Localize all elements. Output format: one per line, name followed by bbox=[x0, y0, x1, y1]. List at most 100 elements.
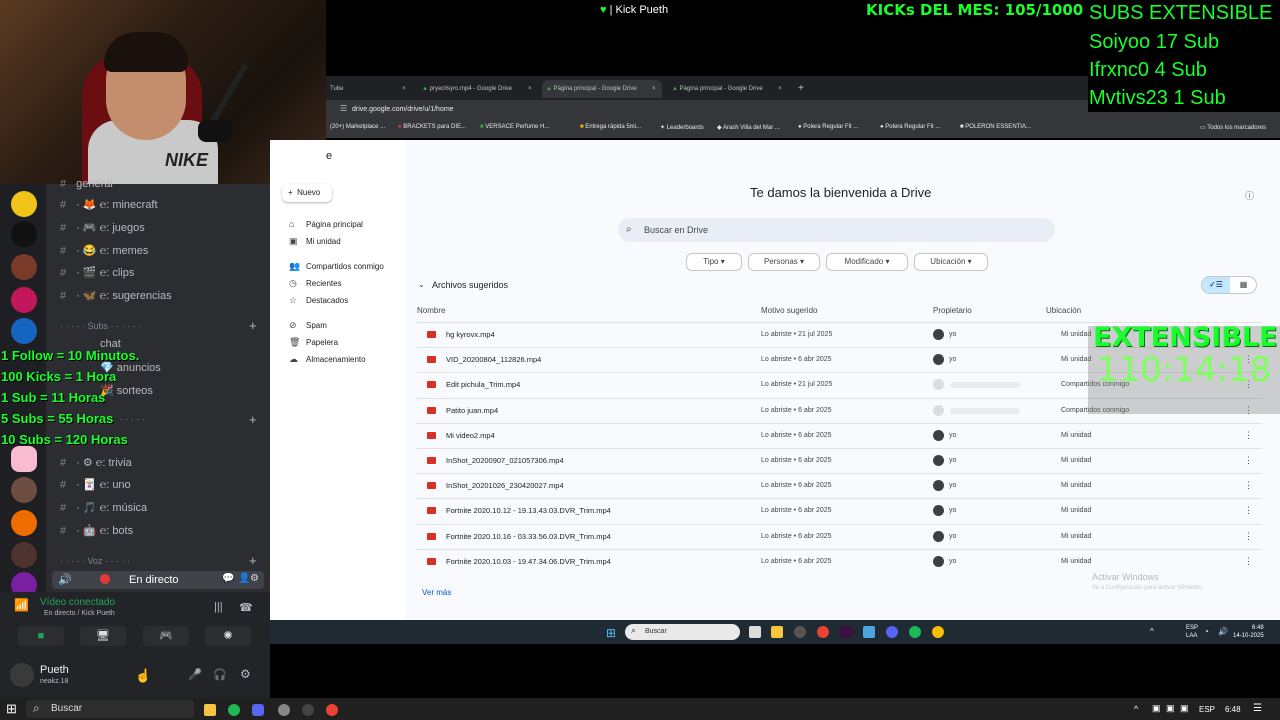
site-info-icon[interactable]: ☰ bbox=[340, 104, 347, 113]
close-icon[interactable]: × bbox=[778, 80, 782, 98]
server-icon[interactable] bbox=[11, 318, 37, 344]
bookmark[interactable]: ■ VERSACE Perfume H... bbox=[480, 124, 549, 130]
nav-shared[interactable]: Compartidos conmigo bbox=[306, 262, 384, 271]
avatar[interactable] bbox=[10, 663, 34, 687]
windows-start-icon[interactable]: ⊞ bbox=[606, 626, 616, 640]
soundboard-button[interactable]: ✺ bbox=[205, 626, 251, 646]
bookmark[interactable]: (20+) Marketplace ... bbox=[330, 124, 385, 130]
nav-trash[interactable]: Papelera bbox=[306, 338, 338, 347]
channel-trivia[interactable]: # · ⚙ ℮: trivia bbox=[60, 456, 132, 469]
language-indicator[interactable]: ESP LAA bbox=[1186, 624, 1198, 640]
bookmark[interactable]: ● Polera Regular Fit ... bbox=[798, 124, 858, 130]
chevron-down-icon[interactable]: ⌄ bbox=[418, 280, 425, 289]
task-view-icon[interactable] bbox=[749, 626, 761, 638]
tray-icon[interactable]: ▣ bbox=[1166, 703, 1175, 714]
outer-clock[interactable]: 6:48 bbox=[1225, 705, 1241, 714]
file-name[interactable]: Patito juan.mp4 bbox=[446, 406, 498, 415]
more-options-icon[interactable]: ⋮ bbox=[1244, 556, 1253, 567]
file-name[interactable]: Fortnite 2020.10.12 - 19.13.43.03.DVR_Tr… bbox=[446, 506, 611, 515]
settings-app-icon[interactable] bbox=[794, 626, 806, 638]
close-icon[interactable]: × bbox=[402, 80, 406, 98]
channel-clips[interactable]: # · 🎬 ℮: clips bbox=[60, 266, 134, 279]
nav-recent[interactable]: Recientes bbox=[306, 279, 342, 288]
suggested-files-header[interactable]: Archivos sugeridos bbox=[432, 280, 508, 290]
camera-button[interactable]: ■ bbox=[18, 626, 64, 646]
user-settings-icon[interactable]: ⚙ bbox=[240, 667, 251, 681]
inner-search-box[interactable]: Buscar bbox=[625, 624, 740, 640]
filter-modified-chip[interactable]: Modificado ▾ bbox=[826, 253, 908, 271]
server-icon[interactable] bbox=[11, 287, 37, 313]
headphones-icon[interactable]: 🎧 bbox=[213, 668, 227, 681]
disconnect-icon[interactable]: ☎ bbox=[239, 601, 253, 614]
filter-type-chip[interactable]: Tipo ▾ bbox=[686, 253, 742, 271]
server-icon[interactable] bbox=[11, 254, 37, 280]
new-button[interactable]: + Nuevo bbox=[282, 184, 332, 202]
filter-location-chip[interactable]: Ubicación ▾ bbox=[914, 253, 988, 271]
more-options-icon[interactable]: ⋮ bbox=[1244, 480, 1253, 491]
server-icon[interactable] bbox=[11, 221, 37, 247]
server-icon[interactable] bbox=[11, 446, 37, 472]
nav-my-drive[interactable]: Mi unidad bbox=[306, 237, 341, 246]
view-toggle[interactable]: ✓☰ ▦ bbox=[1201, 276, 1257, 294]
chrome-icon[interactable] bbox=[932, 626, 944, 638]
channel-bots[interactable]: # · 🤖 ℮: bots bbox=[60, 524, 133, 537]
voice-channel-en-directo[interactable]: 🔊 En directo 💬 👤 ⚙ bbox=[52, 571, 264, 589]
col-name[interactable]: Nombre bbox=[417, 306, 445, 315]
grid-view-icon[interactable]: ▦ bbox=[1230, 277, 1257, 293]
tray-icon[interactable]: ▣ bbox=[1180, 703, 1189, 714]
gear-icon[interactable]: ⚙ bbox=[250, 573, 259, 584]
spotify-icon[interactable] bbox=[228, 704, 240, 716]
channel-uno[interactable]: # · 🃏 ℮: uno bbox=[60, 478, 131, 491]
language-indicator[interactable]: ESP bbox=[1199, 705, 1215, 714]
app-icon[interactable] bbox=[840, 626, 852, 638]
file-name[interactable]: VID_20200804_112826.mp4 bbox=[446, 355, 541, 364]
search-input[interactable]: Buscar en Drive bbox=[644, 225, 708, 235]
volume-icon[interactable]: 🔊 bbox=[1218, 627, 1228, 636]
bookmark[interactable]: ■ POLERON ESSENTIA... bbox=[960, 124, 1031, 130]
activities-button[interactable]: 🎮 bbox=[143, 626, 189, 646]
bookmark[interactable]: ◆ Arash Villa del Mar ... bbox=[717, 124, 780, 131]
nav-storage[interactable]: Almacenamiento bbox=[306, 355, 366, 364]
server-icon[interactable] bbox=[11, 477, 37, 503]
channel-memes[interactable]: # · 😂 ℮: memes bbox=[60, 244, 148, 257]
screen-share-button[interactable]: 🖥 bbox=[80, 626, 126, 646]
bookmark[interactable]: ● BRACKETS para DIE... bbox=[398, 124, 466, 130]
file-name[interactable]: hg kyrovx.mp4 bbox=[446, 330, 495, 339]
table-row[interactable] bbox=[416, 423, 1262, 448]
tray-icon[interactable]: ▣ bbox=[1152, 703, 1161, 714]
obs-icon[interactable] bbox=[302, 704, 314, 716]
more-options-icon[interactable]: ⋮ bbox=[1244, 455, 1253, 466]
server-icon[interactable] bbox=[11, 191, 37, 217]
see-more-link[interactable]: Ver más bbox=[422, 588, 451, 597]
bookmark[interactable]: ■ Entrega rápida 5mi... bbox=[580, 124, 641, 130]
chrome-icon[interactable] bbox=[817, 626, 829, 638]
filter-people-chip[interactable]: Personas ▾ bbox=[748, 253, 820, 271]
tray-chevron-icon[interactable]: ^ bbox=[1134, 704, 1138, 714]
url-field[interactable]: drive.google.com/drive/u/1/home bbox=[352, 106, 454, 113]
more-options-icon[interactable]: ⋮ bbox=[1244, 430, 1253, 441]
windows-start-icon[interactable]: ⊞ bbox=[6, 701, 17, 717]
outer-search-box[interactable]: Buscar bbox=[26, 700, 194, 718]
app-icon[interactable] bbox=[863, 626, 875, 638]
voice-status[interactable]: Vídeo conectado bbox=[40, 597, 115, 608]
channel-musica[interactable]: # · 🎵 ℮: música bbox=[60, 501, 147, 514]
channel-general[interactable]: # general bbox=[60, 178, 113, 190]
noise-suppression-icon[interactable]: ||| bbox=[214, 601, 223, 613]
channel-sorteos[interactable]: 🎉 sorteos bbox=[100, 384, 153, 397]
file-explorer-icon[interactable] bbox=[771, 626, 783, 638]
file-name[interactable]: InShot_20201026_230420027.mp4 bbox=[446, 481, 564, 490]
bookmark[interactable]: ● Polera Regular Fit ... bbox=[880, 124, 940, 130]
close-icon[interactable]: × bbox=[652, 80, 656, 98]
channel-juegos[interactable]: # · 🎮 ℮: juegos bbox=[60, 221, 145, 234]
channel-minecraft[interactable]: # · 🦊 ℮: minecraft bbox=[60, 198, 158, 211]
new-tab-button[interactable]: + bbox=[794, 80, 806, 98]
category-voz[interactable]: · · · · · Voz · · · · · bbox=[60, 556, 130, 566]
file-name[interactable]: Fortnite 2020.10.16 - 03.33.56.03.DVR_Tr… bbox=[446, 532, 611, 541]
discord-icon[interactable] bbox=[252, 704, 264, 716]
browser-tab-active[interactable]: ▲ Página principal - Google Drive × bbox=[542, 80, 662, 98]
category-subs[interactable]: · · · · · Subs · · · · · · bbox=[60, 321, 141, 331]
server-icon[interactable] bbox=[11, 510, 37, 536]
tray-chevron-icon[interactable]: ^ bbox=[1150, 627, 1154, 636]
mic-icon[interactable]: 🎤 bbox=[188, 668, 202, 681]
close-icon[interactable]: × bbox=[528, 80, 532, 98]
